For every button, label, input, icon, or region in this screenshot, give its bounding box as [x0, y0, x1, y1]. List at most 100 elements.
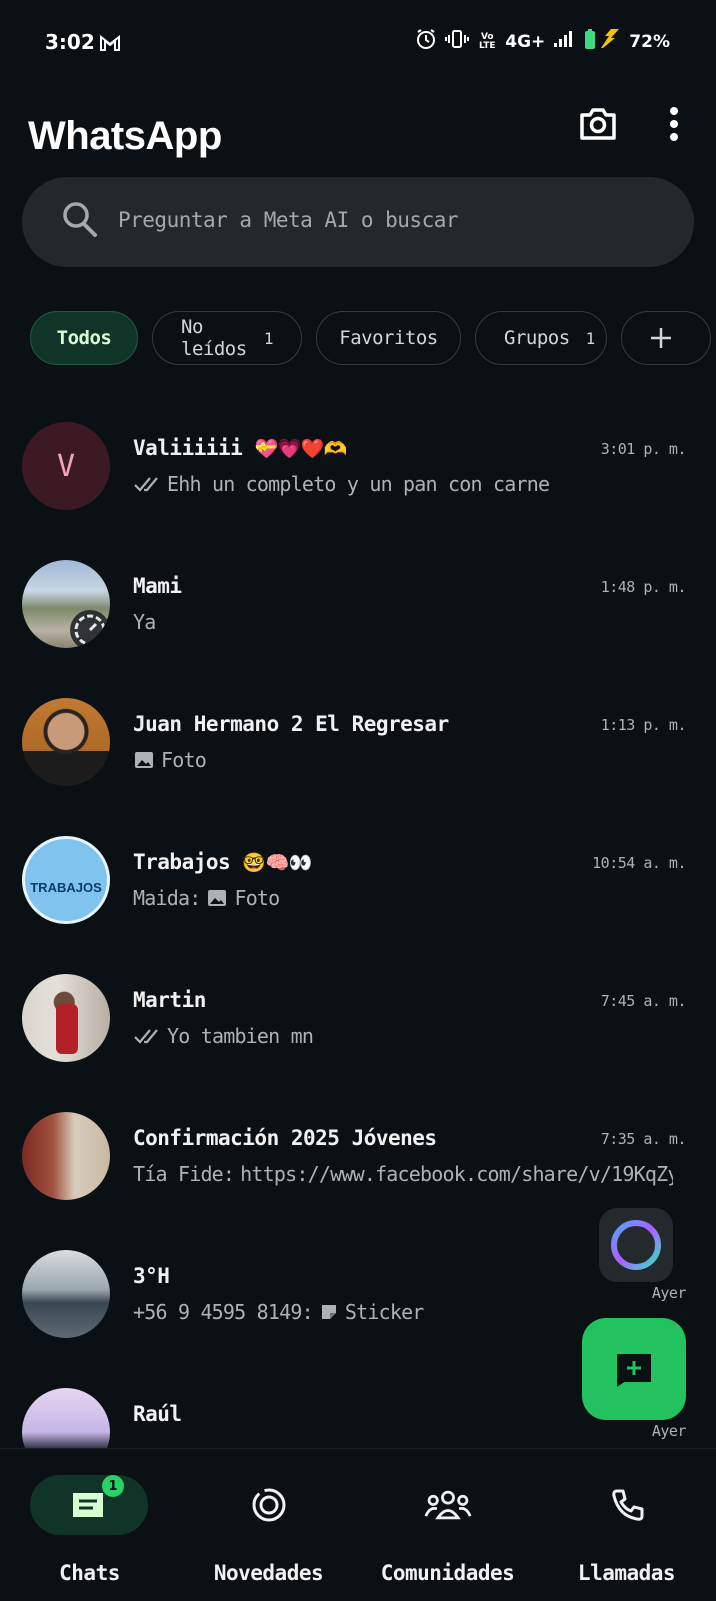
nav-label: Llamadas — [577, 1561, 676, 1585]
chat-name: Valiiiiii 💝💗❤️🫶 — [133, 436, 348, 460]
chat-time: 10:54 a. m. — [592, 854, 686, 872]
chat-message-text: Yo tambien mn — [167, 1024, 314, 1048]
chat-last-message: Yo tambien mn — [133, 1024, 313, 1048]
filter-chip-label: No leídos — [181, 316, 247, 360]
chat-sender: Tía Fide: — [133, 1162, 235, 1186]
meta-ai-icon — [611, 1220, 661, 1270]
avatar: TRABAJOS — [22, 836, 110, 924]
nav-chats[interactable]: 1 Chats — [0, 1449, 179, 1601]
communities-icon — [424, 1481, 472, 1529]
chat-name-text: Mami — [133, 574, 182, 598]
filter-chip-count: 1 — [263, 328, 274, 348]
filter-chip-todos[interactable]: Todos — [30, 311, 138, 365]
avatar — [22, 1112, 110, 1200]
avatar — [22, 1250, 110, 1338]
chat-name: Martin — [133, 988, 206, 1012]
avatar-figure — [56, 1004, 78, 1054]
filter-chip-count: 1 — [585, 328, 596, 348]
search-icon — [62, 201, 98, 243]
vibrate-icon — [445, 29, 470, 54]
chat-name: 3°H — [133, 1264, 170, 1288]
filter-chip-no-leidos[interactable]: No leídos 1 — [152, 311, 302, 365]
filter-chip-grupos[interactable]: Grupos 1 — [475, 311, 607, 365]
chat-last-message: Ehh un completo y un pan con carne — [133, 472, 549, 496]
status-time: 3:02 — [45, 30, 95, 54]
camera-button[interactable] — [574, 100, 622, 148]
status-bar: 3:02 Vo LTE 4G+ 72% — [0, 0, 716, 88]
chat-sender: Maida: — [133, 886, 201, 910]
network-type: 4G+ — [505, 31, 546, 52]
double-check-icon — [134, 1029, 158, 1044]
more-options-button[interactable] — [652, 100, 696, 148]
chat-row[interactable]: Martin Yo tambien mn 7:45 a. m. — [0, 952, 716, 1092]
chat-time: 7:35 a. m. — [600, 1130, 687, 1148]
nav-label: Chats — [59, 1561, 120, 1585]
filter-chip-favoritos[interactable]: Favoritos — [316, 311, 461, 365]
sticker-icon — [321, 1305, 336, 1319]
chat-message-text: Sticker — [344, 1300, 424, 1324]
chat-row[interactable]: V Valiiiiii 💝💗❤️🫶 Ehh un completo y un p… — [0, 400, 716, 540]
chat-name-text: Raúl — [133, 1402, 182, 1426]
chat-message-text: Foto — [161, 748, 206, 772]
chat-last-message: Maida: Foto — [133, 886, 279, 910]
camera-icon — [580, 108, 616, 140]
app-bar: WhatsApp — [0, 88, 716, 176]
chat-name-text: Confirmación 2025 Jóvenes — [133, 1126, 437, 1150]
battery-percent: 72% — [629, 31, 670, 52]
chat-time: Ayer — [651, 1422, 687, 1440]
filter-chip-label: Grupos — [504, 327, 570, 349]
phone-icon — [603, 1481, 651, 1529]
more-vert-icon — [670, 107, 678, 141]
chat-name: Confirmación 2025 Jóvenes — [133, 1126, 437, 1150]
updates-icon — [245, 1481, 293, 1529]
chat-last-message: +56 9 4595 8149: Sticker — [133, 1300, 424, 1324]
chat-name: Trabajos 🤓🧠👀 — [133, 850, 312, 874]
chat-time: 7:45 a. m. — [600, 992, 687, 1010]
chat-row[interactable]: Juan Hermano 2 El Regresar Foto 1:13 p. … — [0, 676, 716, 816]
signal-icon — [553, 30, 573, 53]
chat-message-text: Ehh un completo y un pan con carne — [167, 472, 550, 496]
chat-time: Ayer — [651, 1284, 687, 1302]
chat-message-text: Ya — [133, 610, 156, 634]
meta-ai-button[interactable] — [599, 1208, 673, 1282]
chat-name: Juan Hermano 2 El Regresar — [133, 712, 449, 736]
nav-label: Novedades — [213, 1561, 324, 1585]
avatar — [22, 698, 110, 786]
chat-last-message: Tía Fide: https://www.facebook.com/share… — [133, 1162, 673, 1186]
chat-time: 1:13 p. m. — [600, 716, 687, 734]
search-bar[interactable]: Preguntar a Meta AI o buscar — [22, 177, 694, 267]
avatar — [22, 560, 110, 648]
volte-indicator: Vo LTE — [478, 31, 496, 51]
chat-time: 3:01 p. m. — [600, 440, 687, 458]
nav-novedades[interactable]: Novedades — [179, 1449, 358, 1601]
status-ring-icon — [70, 610, 110, 648]
nav-comunidades[interactable]: Comunidades — [358, 1449, 537, 1601]
chat-row[interactable]: TRABAJOS Trabajos 🤓🧠👀 Maida: Foto 10:54 … — [0, 814, 716, 954]
chat-last-message: Ya — [133, 610, 155, 634]
app-title: WhatsApp — [28, 114, 222, 158]
chats-badge: 1 — [102, 1475, 124, 1497]
chat-row[interactable]: Mami Ya 1:48 p. m. — [0, 538, 716, 678]
filter-chip-label: Todos — [56, 327, 112, 349]
chat-name: Raúl — [133, 1402, 182, 1426]
new-chat-button[interactable] — [582, 1318, 686, 1420]
chat-name-text: 3°H — [133, 1264, 170, 1288]
nav-label: Comunidades — [380, 1561, 515, 1585]
chat-last-message: Foto — [133, 748, 206, 772]
filter-chips: Todos No leídos 1 Favoritos Grupos 1 — [30, 311, 711, 369]
avatar — [22, 1388, 110, 1448]
chat-list: V Valiiiiii 💝💗❤️🫶 Ehh un completo y un p… — [0, 400, 716, 1448]
chat-name-text: Valiiiiii — [133, 436, 243, 460]
bottom-navigation: 1 Chats Novedades Comunidades Llamadas — [0, 1448, 716, 1601]
nav-llamadas[interactable]: Llamadas — [537, 1449, 716, 1601]
chat-message-text: https://www.facebook.com/share/v/19KqZyX… — [240, 1162, 673, 1186]
chat-name-text: Trabajos — [133, 850, 231, 874]
double-check-icon — [134, 477, 158, 492]
avatar-letter: V — [56, 448, 76, 484]
chat-name-emoji: 🤓🧠👀 — [242, 852, 312, 874]
photo-icon — [135, 752, 153, 768]
avatar: V — [22, 422, 110, 510]
chat-name-text: Martin — [133, 988, 206, 1012]
chat-message-text: Foto — [234, 886, 280, 910]
add-filter-button[interactable] — [621, 311, 711, 365]
